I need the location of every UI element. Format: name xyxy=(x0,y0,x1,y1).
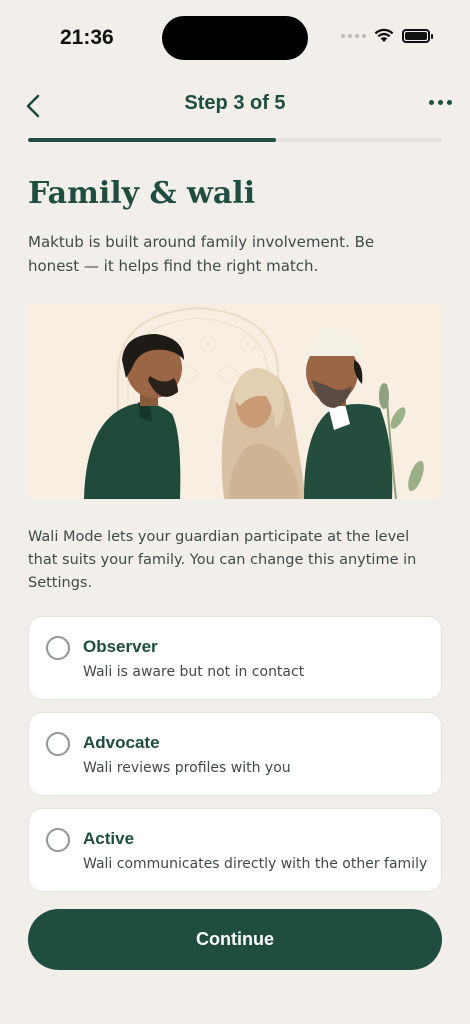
continue-button[interactable]: Continue xyxy=(28,909,442,970)
progress-fill xyxy=(28,138,277,142)
dynamic-island xyxy=(162,16,308,60)
more-dot-icon xyxy=(438,100,443,105)
status-time: 21:36 xyxy=(60,26,114,49)
step-indicator: Step 3 of 5 xyxy=(184,92,286,114)
more-dot-icon xyxy=(429,100,434,105)
more-options-button[interactable] xyxy=(429,100,452,105)
battery-icon xyxy=(402,28,433,43)
option-subtitle: Wali is aware but not in contact xyxy=(83,664,305,680)
option-title: Advocate xyxy=(83,733,160,752)
option-observer[interactable]: Observer Wali is aware but not in contac… xyxy=(28,616,442,700)
option-subtitle: Wali communicates directly with the othe… xyxy=(83,856,428,872)
option-title: Active xyxy=(83,829,135,848)
signal-icon xyxy=(341,33,366,38)
family-illustration-art xyxy=(84,306,424,499)
option-active[interactable]: Active Wali communicates directly with t… xyxy=(28,808,442,892)
progress-bar xyxy=(28,138,442,142)
family-illustration xyxy=(28,304,442,499)
page-title: Family & wali xyxy=(28,176,256,211)
option-advocate[interactable]: Advocate Wali reviews profiles with you xyxy=(28,712,442,796)
onboarding-screen: 21:36 Step 3 of 5 Family & wali Maktub i… xyxy=(0,0,470,1024)
intro-text: Maktub is built around family involvemen… xyxy=(28,233,375,275)
status-bar: 21:36 xyxy=(0,0,470,74)
option-subtitle: Wali reviews profiles with you xyxy=(83,760,291,776)
option-title: Observer xyxy=(83,637,158,656)
more-dot-icon xyxy=(447,100,452,105)
nav-bar: Step 3 of 5 xyxy=(0,88,470,124)
radio-observer[interactable] xyxy=(46,636,70,660)
radio-active[interactable] xyxy=(46,828,70,852)
status-icons xyxy=(341,28,433,43)
radio-advocate[interactable] xyxy=(46,732,70,756)
wali-mode-description: Wali Mode lets your guardian participate… xyxy=(28,529,417,591)
continue-label: Continue xyxy=(196,929,274,949)
wifi-icon xyxy=(374,28,394,42)
